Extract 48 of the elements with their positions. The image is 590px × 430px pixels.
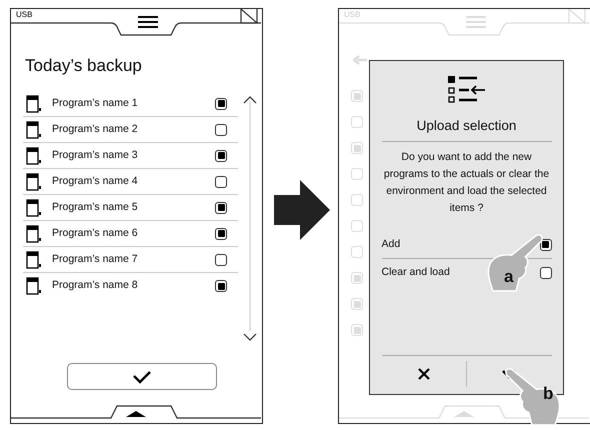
callout-label: a	[504, 266, 514, 288]
program-row[interactable]: Program’s name 8	[23, 273, 238, 299]
program-name: Program’s name 5	[52, 200, 139, 215]
checkbox[interactable]	[215, 280, 227, 292]
screen-title: Today’s backup	[25, 55, 143, 77]
checkbox[interactable]	[215, 176, 227, 188]
checkbox[interactable]	[215, 254, 227, 266]
program-icon	[26, 250, 42, 268]
corner-icon[interactable]	[240, 9, 258, 24]
program-name: Program’s name 8	[52, 278, 139, 294]
checkbox[interactable]	[215, 124, 227, 136]
program-icon	[26, 198, 42, 216]
program-row[interactable]: Program’s name 2	[23, 117, 238, 143]
dialog-title: Upload selection	[416, 117, 516, 135]
option-label: Add	[382, 236, 400, 252]
program-icon	[26, 146, 42, 164]
close-icon	[418, 368, 430, 380]
program-icon	[26, 224, 42, 242]
program-row[interactable]: Program’s name 7	[23, 247, 238, 273]
program-icon	[26, 94, 42, 112]
checkbox[interactable]	[540, 266, 552, 278]
program-name: Program’s name 2	[52, 122, 139, 137]
program-row[interactable]: Program’s name 1	[23, 91, 238, 117]
program-icon	[26, 277, 42, 295]
checkbox[interactable]	[215, 98, 227, 110]
list-import-icon	[446, 75, 486, 105]
menu-icon[interactable]	[138, 16, 158, 28]
status-label: USB	[16, 9, 32, 21]
program-icon	[26, 172, 42, 190]
checkbox[interactable]	[215, 228, 227, 240]
checkbox[interactable]	[215, 150, 227, 162]
back-arrow-icon[interactable]	[353, 55, 367, 65]
program-name: Program’s name 4	[52, 174, 139, 189]
program-name: Program’s name 3	[52, 148, 139, 163]
checkbox[interactable]	[540, 238, 552, 250]
checkbox[interactable]	[215, 202, 227, 214]
right-arrow-icon	[274, 180, 330, 240]
option-label: Clear and load	[382, 264, 450, 280]
dialog-message: Do you want to add the new programs to the actuals or clear the environment and load the selected items ?	[382, 150, 550, 216]
program-name: Program’s name 6	[52, 226, 139, 241]
program-row[interactable]: Program’s name 6	[23, 221, 238, 247]
program-row[interactable]: Program’s name 4	[23, 169, 238, 195]
program-row[interactable]: Program’s name 3	[23, 143, 238, 169]
callout-label: b	[543, 383, 554, 405]
program-name: Program’s name 7	[52, 252, 139, 267]
program-icon	[26, 120, 42, 138]
program-row[interactable]: Program’s name 5	[23, 195, 238, 221]
program-name: Program’s name 1	[52, 96, 139, 111]
